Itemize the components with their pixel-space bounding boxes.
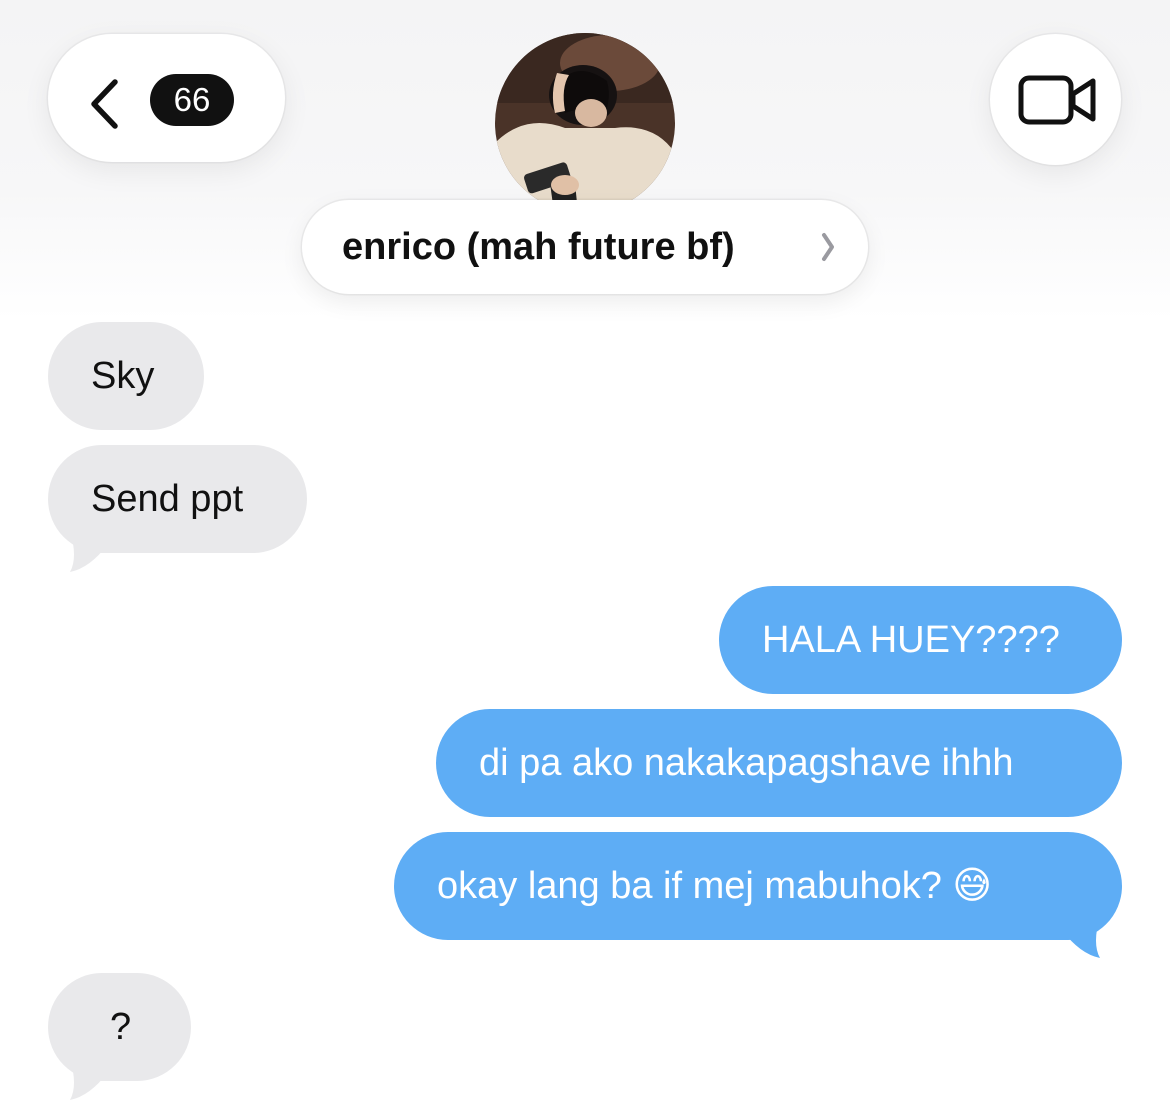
contact-avatar[interactable] bbox=[495, 33, 675, 213]
message-text: okay lang ba if mej mabuhok? 😅 bbox=[437, 865, 993, 907]
bubble-tail bbox=[70, 530, 108, 572]
video-call-button[interactable] bbox=[990, 34, 1121, 165]
bubble-tail bbox=[1062, 916, 1100, 958]
message-bubble-sent[interactable]: di pa ako nakakapagshave ihhh bbox=[436, 709, 1122, 817]
video-camera-icon bbox=[1018, 75, 1096, 125]
message-text: Send ppt bbox=[91, 478, 244, 520]
avatar-photo bbox=[495, 33, 675, 213]
message-bubble-sent[interactable]: HALA HUEY???? bbox=[719, 586, 1122, 694]
bubble-tail bbox=[70, 1058, 108, 1100]
chevron-left-icon bbox=[91, 79, 118, 129]
back-button[interactable]: 66 bbox=[48, 34, 285, 162]
contact-name-button[interactable]: enrico (mah future bf) bbox=[302, 200, 868, 294]
contact-name: enrico (mah future bf) bbox=[342, 226, 735, 268]
chevron-right-icon bbox=[822, 233, 834, 261]
message-bubble-sent[interactable]: okay lang ba if mej mabuhok? 😅 bbox=[394, 832, 1122, 940]
message-text: ? bbox=[110, 1006, 132, 1048]
message-text: Sky bbox=[91, 355, 155, 397]
message-bubble-received[interactable]: Sky bbox=[48, 322, 204, 430]
message-text: HALA HUEY???? bbox=[762, 619, 1060, 661]
message-text: di pa ako nakakapagshave ihhh bbox=[479, 742, 1014, 784]
unread-count-badge: 66 bbox=[150, 74, 234, 126]
